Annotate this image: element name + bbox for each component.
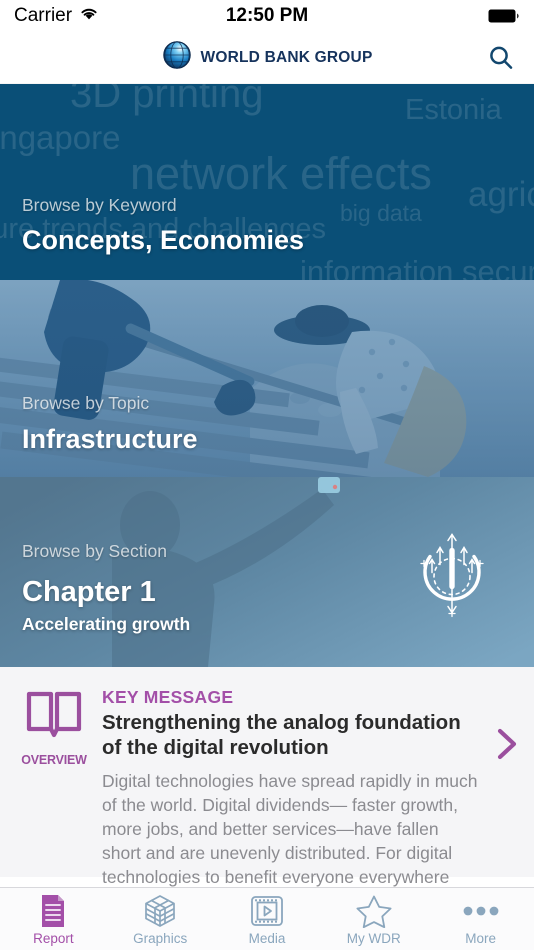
status-bar: Carrier 12:50 PM — [0, 0, 534, 32]
tab-label: Report — [33, 931, 74, 946]
panel-label: Browse by Section — [22, 541, 167, 561]
star-icon — [356, 894, 392, 928]
world-bank-globe-icon — [162, 40, 192, 75]
tab-graphics[interactable]: Graphics — [107, 894, 214, 946]
brand-label: WORLD BANK GROUP — [200, 48, 373, 66]
keyword-chip: agriculture — [468, 175, 534, 214]
browse-by-topic-panel[interactable]: Browse by Topic Infrastructure — [0, 280, 534, 477]
panel-title: Concepts, Economies — [22, 225, 305, 255]
key-message-kicker: KEY MESSAGE — [102, 687, 234, 707]
brand: WORLD BANK GROUP — [162, 40, 373, 75]
keyword-chip: Estonia — [405, 94, 502, 126]
accelerating-growth-power-icon — [410, 521, 494, 624]
tab-my-wdr[interactable]: My WDR — [320, 894, 427, 946]
keyword-chip: network effects — [130, 148, 432, 199]
browse-by-keyword-panel[interactable]: 3D printing Estonia Singapore network ef… — [0, 84, 534, 280]
key-message-title: Strengthening the analog foundation of t… — [102, 711, 461, 759]
film-play-icon — [250, 894, 284, 928]
app-root: Carrier 12:50 PM WORLD BANK GROUP 3D pri… — [0, 0, 534, 950]
document-icon — [38, 894, 68, 928]
key-message-body: KEY MESSAGE Strengthening the analog fou… — [92, 687, 518, 911]
nav-bar: WORLD BANK GROUP — [0, 32, 534, 84]
panel-label: Browse by Topic — [22, 393, 150, 413]
keyword-chip: information security — [300, 254, 534, 280]
wifi-icon — [79, 5, 99, 27]
tab-label: Graphics — [133, 931, 188, 946]
ellipsis-icon — [463, 894, 499, 928]
carrier-label: Carrier — [14, 5, 73, 26]
status-bar-left: Carrier — [14, 5, 99, 27]
browse-by-section-panel[interactable]: Browse by Section Chapter 1 Accelerating… — [0, 477, 534, 667]
keyword-chip: Singapore — [0, 119, 121, 156]
tab-report[interactable]: Report — [0, 894, 107, 946]
cube-icon — [143, 894, 177, 928]
tab-label: Media — [248, 931, 286, 946]
tab-media[interactable]: Media — [214, 894, 321, 946]
tab-bar: Report Graphics Media My WDR More — [0, 887, 534, 950]
keyword-chip: big data — [340, 200, 422, 226]
panel-title: Chapter 1 — [22, 576, 156, 608]
key-message-card[interactable]: OVERVIEW KEY MESSAGE Strengthening the a… — [0, 667, 534, 911]
panel-label: Browse by Keyword — [22, 195, 177, 215]
tab-more[interactable]: More — [427, 894, 534, 946]
battery-icon — [488, 8, 520, 24]
tab-label: My WDR — [346, 931, 401, 946]
panel-title: Infrastructure — [22, 424, 198, 454]
chevron-right-icon[interactable] — [492, 727, 522, 761]
key-message-icon-column: OVERVIEW — [16, 687, 92, 877]
keyword-chip: 3D printing — [70, 84, 264, 116]
panel-subtitle: Accelerating growth — [22, 614, 191, 634]
tab-label: More — [465, 931, 496, 946]
search-icon[interactable] — [484, 41, 518, 75]
key-message-icon-label: OVERVIEW — [21, 753, 87, 767]
open-book-icon — [25, 689, 83, 746]
